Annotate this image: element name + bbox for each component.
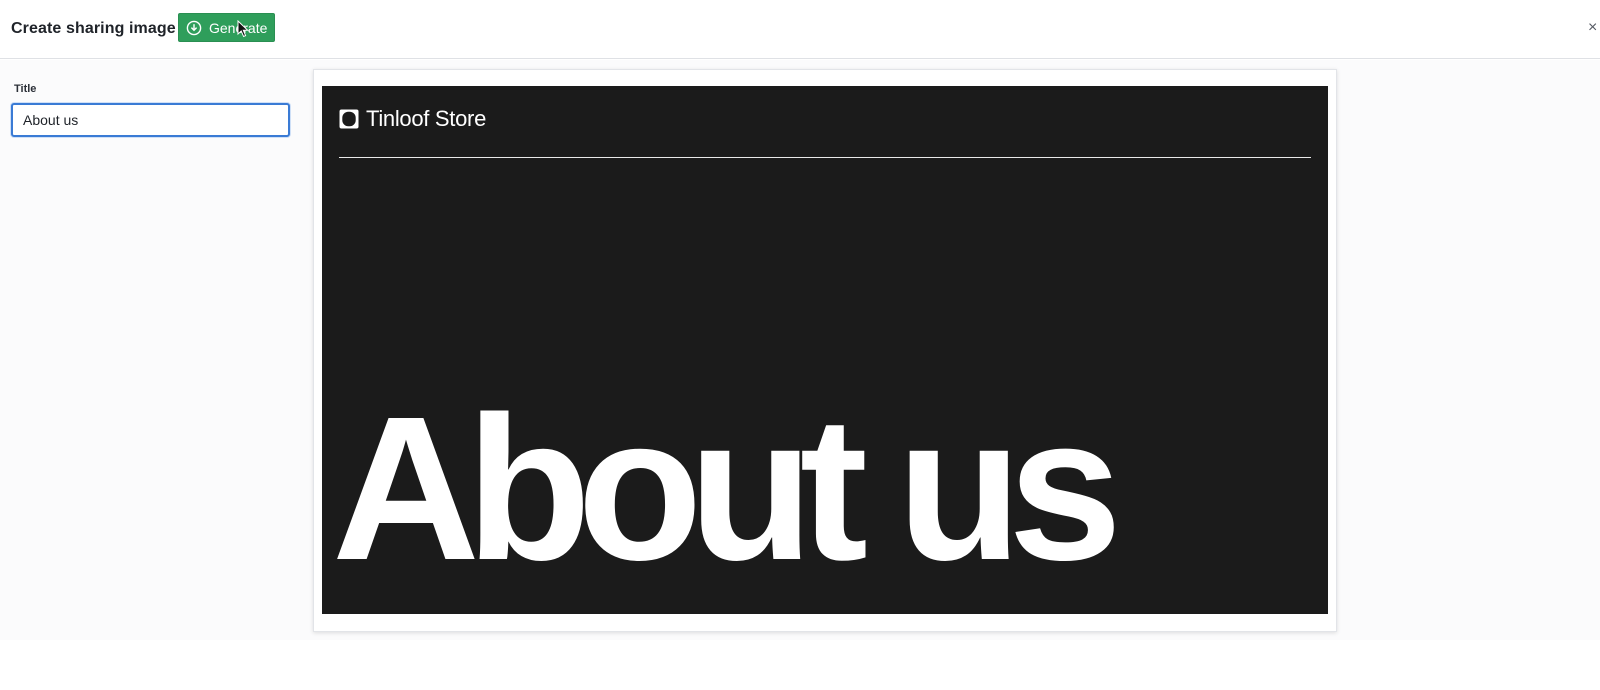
dialog-title: Create sharing image (11, 20, 176, 37)
sharing-image-preview-frame: Tinloof Store About us (313, 69, 1337, 632)
title-field-label: Title (14, 83, 37, 95)
title-input[interactable] (11, 103, 290, 137)
preview-heading: About us (332, 374, 1122, 603)
sharing-image-preview: Tinloof Store About us (322, 86, 1328, 614)
brand: Tinloof Store (339, 106, 486, 132)
mouse-cursor-icon (237, 19, 249, 38)
close-icon[interactable]: × (1588, 18, 1600, 38)
app-window: Create sharing image Generate × Title (0, 0, 1600, 690)
brand-name: Tinloof Store (366, 106, 487, 131)
download-circle-icon (186, 20, 202, 36)
preview-divider (339, 157, 1311, 158)
generate-button[interactable]: Generate (178, 13, 275, 42)
dialog-footer-area (0, 640, 1600, 690)
rounded-square-logo (339, 109, 359, 129)
